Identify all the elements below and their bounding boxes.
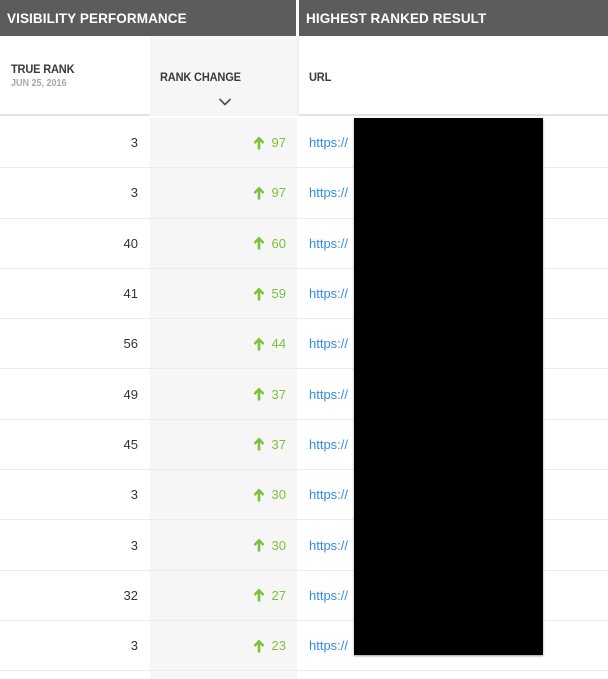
group-header-visibility-performance: VISIBILITY PERFORMANCE <box>0 0 296 36</box>
true-rank-cell: 3 <box>0 470 150 519</box>
chevron-down-icon[interactable] <box>218 97 232 107</box>
rank-change-cell: 30 <box>150 470 297 520</box>
rank-change-value: 44 <box>271 336 286 352</box>
rank-change-cell: 37 <box>150 369 297 419</box>
rank-change-value: 97 <box>271 185 286 201</box>
rank-change-value: 30 <box>271 487 286 503</box>
arrow-up-icon <box>253 588 265 602</box>
url-link[interactable]: https:// <box>309 135 348 150</box>
rank-change-column-fill <box>150 671 297 679</box>
column-header-rank-change[interactable]: RANK CHANGE <box>150 36 297 116</box>
true-rank-value: 3 <box>130 537 138 553</box>
url-link[interactable]: https:// <box>309 487 348 502</box>
true-rank-cell: 3 <box>0 168 150 217</box>
rank-change-value: 60 <box>271 235 286 251</box>
url-link[interactable]: https:// <box>309 185 348 200</box>
true-rank-cell: 49 <box>0 369 150 418</box>
rank-change-cell: 97 <box>150 168 297 218</box>
true-rank-value: 40 <box>123 235 138 251</box>
column-title: RANK CHANGE <box>160 70 241 84</box>
rank-change-cell: 44 <box>150 319 297 369</box>
group-header-label: VISIBILITY PERFORMANCE <box>7 10 187 26</box>
rank-change-value: 37 <box>271 386 286 402</box>
rank-change-value: 37 <box>271 436 286 452</box>
arrow-up-icon <box>253 538 265 552</box>
arrow-up-icon <box>253 488 265 502</box>
url-link[interactable]: https:// <box>309 236 348 251</box>
true-rank-value: 3 <box>130 487 138 503</box>
true-rank-cell: 40 <box>0 219 150 268</box>
arrow-up-icon <box>253 287 265 301</box>
rank-change-value: 27 <box>271 587 286 603</box>
rank-change-cell: 27 <box>150 570 297 620</box>
true-rank-value: 41 <box>123 286 138 302</box>
true-rank-value: 3 <box>130 135 138 151</box>
column-date: JUN 25, 2016 <box>11 78 67 89</box>
url-link[interactable]: https:// <box>309 538 348 553</box>
group-header-label: HIGHEST RANKED RESULT <box>306 10 487 26</box>
arrow-up-icon <box>253 437 265 451</box>
true-rank-value: 45 <box>123 436 138 452</box>
rank-change-cell: 37 <box>150 419 297 470</box>
rank-change-cell: 23 <box>150 620 297 671</box>
rank-change-cell: 30 <box>150 520 297 570</box>
rank-change-value: 97 <box>271 135 286 151</box>
arrow-up-icon <box>253 236 265 250</box>
rank-change-cell: 59 <box>150 268 297 319</box>
rank-change-cell: 60 <box>150 218 297 268</box>
true-rank-value: 3 <box>130 185 138 201</box>
arrow-up-icon <box>253 387 265 401</box>
redacted-url-block <box>354 118 543 655</box>
true-rank-value: 49 <box>123 386 138 402</box>
column-header-true-rank[interactable]: TRUE RANK JUN 25, 2016 <box>0 36 150 116</box>
arrow-up-icon <box>253 639 265 653</box>
true-rank-cell: 3 <box>0 118 150 167</box>
true-rank-value: 32 <box>123 587 138 603</box>
arrow-up-icon <box>253 136 265 150</box>
true-rank-value: 56 <box>123 336 138 352</box>
true-rank-cell: 3 <box>0 621 150 670</box>
arrow-up-icon <box>253 186 265 200</box>
url-link[interactable]: https:// <box>309 387 348 402</box>
url-link[interactable]: https:// <box>309 638 348 653</box>
arrow-up-icon <box>253 337 265 351</box>
column-title: TRUE RANK <box>11 62 75 76</box>
rank-change-value: 30 <box>271 537 286 553</box>
rank-change-cell: 97 <box>150 118 297 168</box>
url-link[interactable]: https:// <box>309 588 348 603</box>
column-title: URL <box>309 70 332 84</box>
column-header-url[interactable]: URL <box>297 36 608 116</box>
true-rank-cell: 32 <box>0 571 150 620</box>
url-link[interactable]: https:// <box>309 437 348 452</box>
true-rank-value: 3 <box>130 638 138 654</box>
group-header-highest-ranked-result: HIGHEST RANKED RESULT <box>299 0 608 36</box>
url-link[interactable]: https:// <box>309 336 348 351</box>
true-rank-cell: 41 <box>0 269 150 318</box>
true-rank-cell: 45 <box>0 420 150 469</box>
true-rank-cell: 3 <box>0 520 150 569</box>
rank-change-value: 23 <box>271 638 286 654</box>
url-link[interactable]: https:// <box>309 286 348 301</box>
rank-change-value: 59 <box>271 286 286 302</box>
column-header-row: TRUE RANK JUN 25, 2016 RANK CHANGE URL <box>0 36 608 116</box>
true-rank-cell: 56 <box>0 319 150 368</box>
